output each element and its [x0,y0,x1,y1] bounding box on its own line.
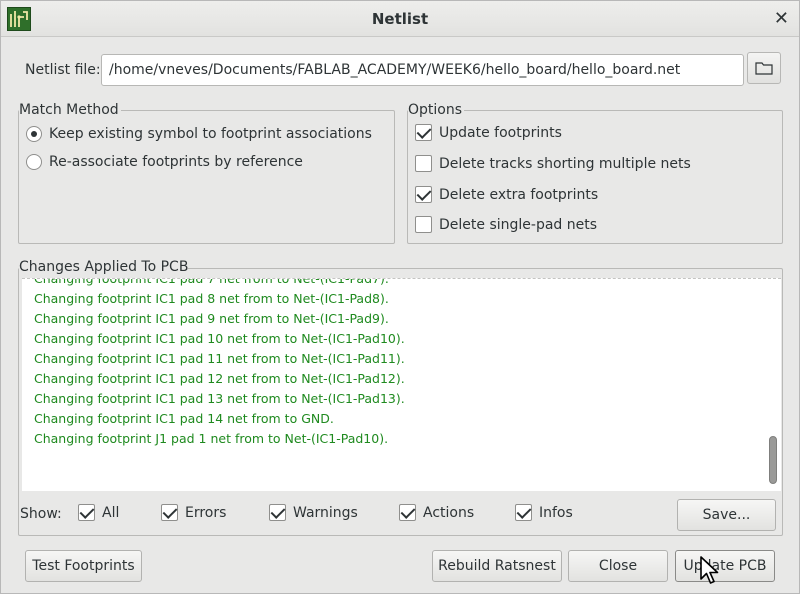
update-pcb-button[interactable]: Update PCB [675,550,775,582]
mouse-cursor-icon [700,556,719,584]
checkbox-label: Delete single-pad nets [439,216,598,233]
checkbox-indicator[interactable] [415,155,432,172]
options-group: Options Update footprints Delete tracks … [407,102,783,244]
netlist-file-input[interactable] [101,54,744,86]
show-label: Show: [20,506,62,522]
checkbox-indicator[interactable] [415,216,432,233]
filter-all[interactable]: All [78,504,119,521]
filter-actions[interactable]: Actions [399,504,474,521]
log-line: Changing footprint IC1 pad 8 net from to… [34,291,389,306]
save-button[interactable]: Save... [677,499,776,531]
close-icon[interactable]: ✕ [774,8,789,29]
log-line: Changing footprint J1 pad 1 net from to … [34,431,389,446]
checkbox-label: Delete extra footprints [439,186,599,203]
options-title: Options [408,102,465,118]
log-line: Changing footprint IC1 pad 12 net from t… [34,371,405,386]
rebuild-ratsnest-button[interactable]: Rebuild Ratsnest [432,550,562,582]
filter-label: Errors [185,504,227,521]
radio-keep-associations[interactable]: Keep existing symbol to footprint associ… [26,126,372,142]
changes-log[interactable]: Changing footprint IC1 pad 7 net from to… [22,278,781,491]
netlist-dialog: Netlist ✕ Netlist file: Match Method Kee… [0,0,800,594]
filter-label: Actions [423,504,475,521]
filter-warnings[interactable]: Warnings [269,504,358,521]
filter-infos[interactable]: Infos [515,504,573,521]
netlist-file-label: Netlist file: [25,62,101,78]
log-line: Changing footprint IC1 pad 10 net from t… [34,331,405,346]
checkbox-delete-single-pad-nets[interactable]: Delete single-pad nets [415,216,597,233]
radio-label: Keep existing symbol to footprint associ… [49,126,372,142]
match-method-title: Match Method [19,102,121,118]
checkbox-indicator[interactable] [161,504,178,521]
match-method-group: Match Method Keep existing symbol to foo… [18,102,395,244]
checkbox-update-footprints[interactable]: Update footprints [415,124,562,141]
checkbox-label: Delete tracks shorting multiple nets [439,155,691,172]
checkbox-label: Update footprints [439,124,562,141]
checkbox-indicator[interactable] [415,124,432,141]
folder-icon [755,62,773,75]
close-button[interactable]: Close [568,550,668,582]
log-line: Changing footprint IC1 pad 7 net from to… [34,278,389,286]
log-line: Changing footprint IC1 pad 14 net from t… [34,411,334,426]
checkbox-delete-tracks[interactable]: Delete tracks shorting multiple nets [415,155,691,172]
log-line: Changing footprint IC1 pad 13 net from t… [34,391,405,406]
window-title: Netlist [371,10,429,28]
checkbox-indicator[interactable] [415,186,432,203]
filter-errors[interactable]: Errors [161,504,226,521]
title-bar[interactable]: Netlist ✕ [1,1,799,37]
filter-label: Infos [539,504,573,521]
checkbox-indicator[interactable] [78,504,95,521]
checkbox-indicator[interactable] [269,504,286,521]
radio-label: Re-associate footprints by reference [49,154,303,170]
checkbox-indicator[interactable] [399,504,416,521]
filter-label: All [102,504,120,521]
radio-reassociate[interactable]: Re-associate footprints by reference [26,154,303,170]
test-footprints-button[interactable]: Test Footprints [25,550,142,582]
scrollbar-thumb[interactable] [769,436,777,484]
log-line: Changing footprint IC1 pad 11 net from t… [34,351,405,366]
log-line: Changing footprint IC1 pad 9 net from to… [34,311,389,326]
checkbox-indicator[interactable] [515,504,532,521]
checkbox-delete-extra-footprints[interactable]: Delete extra footprints [415,186,598,203]
changes-title: Changes Applied To PCB [19,259,189,275]
log-scrollbar[interactable] [767,283,777,488]
filter-label: Warnings [293,504,358,521]
browse-button[interactable] [747,52,781,84]
radio-indicator[interactable] [26,154,42,170]
radio-indicator[interactable] [26,126,42,142]
